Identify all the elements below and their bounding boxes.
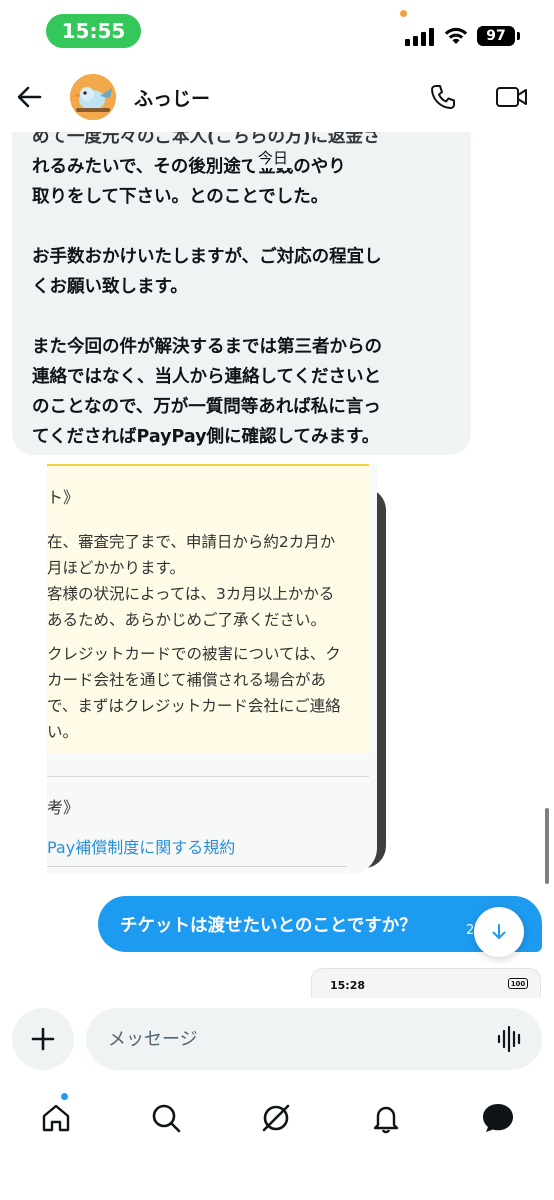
- notification-dot: [60, 1092, 69, 1101]
- message-line: 取りをして下さい。とのことでした。: [32, 187, 329, 207]
- outgoing-message-text: チケットは渡せたいとのことですか？: [120, 915, 417, 936]
- message-line: お手数おかけいたしますが、ご対応の程宜し: [32, 247, 382, 267]
- status-time: 15:55: [46, 14, 141, 48]
- image-attachment[interactable]: ト》 在、審査完了まで、申請日から約2カ月か 月ほどかかります。 客様の状況によ…: [47, 464, 377, 874]
- image-heading-reference: 考》: [47, 798, 80, 817]
- battery-nub: [517, 32, 520, 40]
- message-line: 連絡ではなく、当人から連絡してくださいと: [32, 367, 381, 387]
- nav-notifications[interactable]: [366, 1098, 406, 1138]
- message-line: また今回の件が解決するまでは第三者からの: [32, 337, 382, 357]
- date-separator: 今日: [252, 147, 295, 168]
- message-composer: [0, 998, 554, 1080]
- screenshot-attachment-preview[interactable]: 15:28 100: [311, 968, 541, 998]
- message-line: めて一度元々のご本人(こちらの方)に返金さ: [32, 132, 381, 147]
- image-divider-bottom: [47, 866, 347, 867]
- contact-name[interactable]: ふっじー: [134, 84, 210, 111]
- search-icon: [152, 1104, 181, 1133]
- plus-icon: [31, 1027, 55, 1051]
- image-heading: ト》: [47, 488, 80, 507]
- preview-battery: 100: [508, 978, 528, 989]
- image-text-line: クレジットカードでの被害については、ク: [47, 645, 341, 663]
- privacy-indicator-dot: [400, 10, 407, 17]
- message-line: のことなので、万が一質問等あれば私に言っ: [32, 397, 381, 417]
- video-camera-icon[interactable]: [495, 84, 529, 110]
- notice-box: ト》 在、審査完了まで、申請日から約2カ月か 月ほどかかります。 客様の状況によ…: [47, 464, 369, 754]
- arrow-down-icon: [492, 924, 506, 939]
- image-text-line: で、まずはクレジットカード会社にご連絡: [47, 697, 341, 715]
- image-text-line: あるため、あらかじめご了承ください。: [47, 611, 327, 629]
- contact-avatar[interactable]: [70, 74, 116, 120]
- message-line: てくださればPayPay側に確認してみます。: [32, 427, 380, 447]
- image-text-line: 月ほどかかります。: [47, 559, 185, 577]
- scroll-to-bottom-button[interactable]: [474, 907, 524, 957]
- voice-waveform-icon[interactable]: [496, 1025, 524, 1053]
- conversation-header: ふっじー: [0, 62, 554, 132]
- arrow-left-icon[interactable]: [14, 82, 44, 112]
- messages-icon: [483, 1104, 513, 1132]
- nav-grok[interactable]: [256, 1098, 296, 1138]
- message-input[interactable]: [86, 1008, 542, 1070]
- bottom-navigation: [0, 1080, 554, 1200]
- message-line: くお願い致します。: [32, 277, 188, 297]
- grok-icon: [262, 1104, 290, 1132]
- image-terms-link: Pay補償制度に関する規約: [47, 838, 236, 857]
- avatar-bird-image: [70, 74, 116, 120]
- scrollbar[interactable]: [545, 808, 549, 884]
- image-divider: [47, 776, 369, 777]
- home-icon: [42, 1104, 70, 1132]
- image-text-line: い。: [47, 723, 79, 741]
- bell-icon: [373, 1106, 399, 1134]
- nav-search[interactable]: [146, 1098, 186, 1138]
- add-attachment-button[interactable]: [12, 1008, 74, 1070]
- nav-messages[interactable]: [478, 1098, 518, 1138]
- nav-home[interactable]: [36, 1098, 76, 1138]
- incoming-message-bubble[interactable]: めて一度元々のご本人(こちらの方)に返金さ れるみたいで、その後別途で金銭のやり…: [12, 132, 471, 455]
- preview-time: 15:28: [330, 979, 366, 992]
- battery-indicator: 97: [477, 26, 515, 46]
- cellular-signal-icon: [405, 28, 434, 46]
- status-bar: 15:55 97: [0, 0, 554, 62]
- image-text-line: 在、審査完了まで、申請日から約2カ月か: [47, 533, 336, 551]
- message-list[interactable]: めて一度元々のご本人(こちらの方)に返金さ れるみたいで、その後別途で金銭のやり…: [0, 132, 554, 998]
- wifi-icon: [444, 27, 468, 44]
- image-text-line: 客様の状況によっては、3カ月以上かかる: [47, 585, 335, 603]
- image-text-line: カード会社を通じて補償される場合があ: [47, 671, 327, 689]
- phone-icon[interactable]: [428, 82, 458, 112]
- message-line: れるみたいで、その後別途で金銭のやり: [32, 157, 346, 177]
